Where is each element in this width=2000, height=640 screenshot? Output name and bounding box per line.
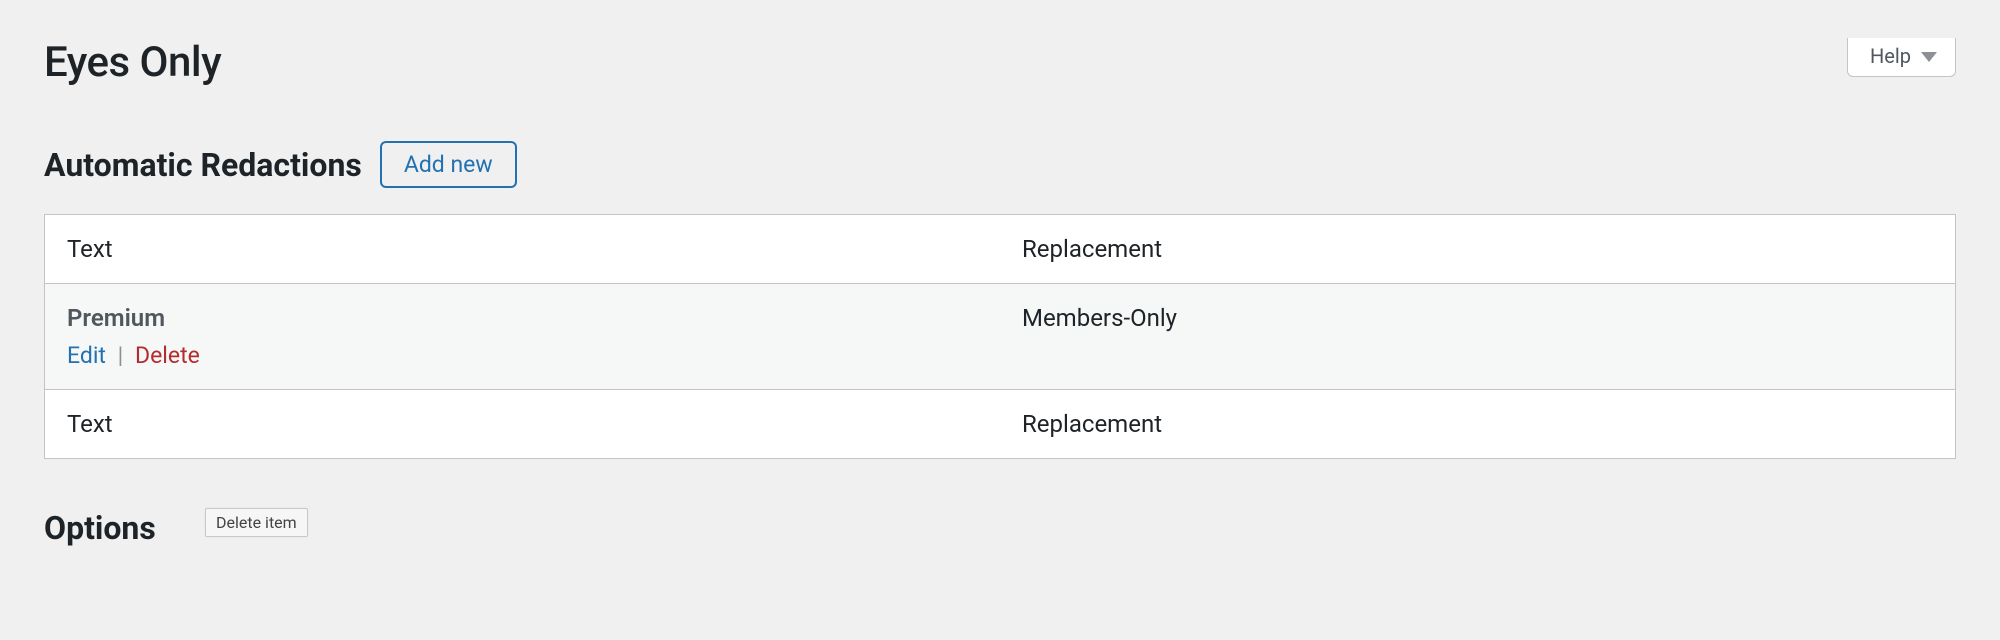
add-new-button[interactable]: Add new [380,141,517,188]
page-title: Eyes Only [44,38,1956,87]
caret-down-icon [1921,52,1937,62]
column-header-replacement[interactable]: Replacement [1000,215,1956,284]
automatic-redactions-heading: Automatic Redactions [44,146,362,184]
options-heading: Options [44,509,1956,547]
actions-separator: | [112,342,130,369]
row-actions: Edit | Delete [67,342,978,369]
delete-link[interactable]: Delete [135,342,200,369]
column-header-text[interactable]: Text [45,215,1001,284]
row-text-value: Premium [67,304,978,332]
column-footer-text[interactable]: Text [45,390,1001,459]
row-replacement-value: Members-Only [1022,304,1933,332]
delete-tooltip: Delete item [205,508,308,537]
table-row: Premium Edit | Delete Members-Only [45,284,1956,390]
redactions-table: Text Replacement Premium Edit | Delete M… [44,214,1956,459]
help-tab[interactable]: Help [1847,38,1956,77]
help-label: Help [1870,46,1911,66]
edit-link[interactable]: Edit [67,342,106,369]
column-footer-replacement[interactable]: Replacement [1000,390,1956,459]
